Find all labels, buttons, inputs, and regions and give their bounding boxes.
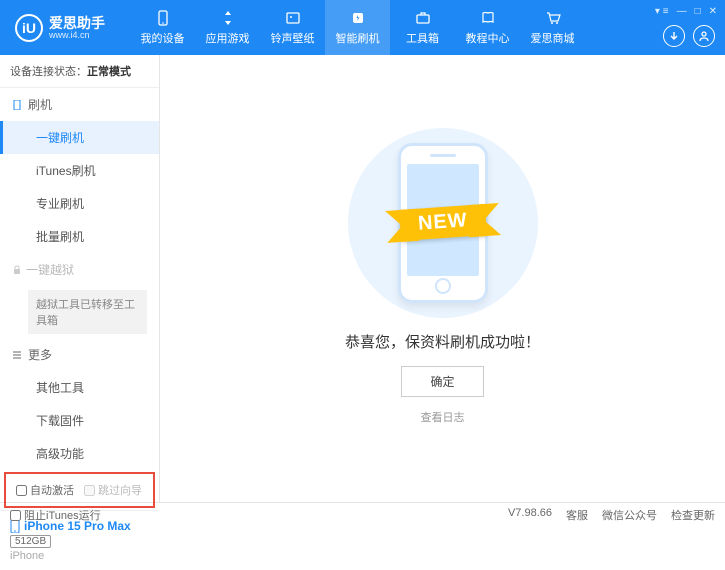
connection-status: 设备连接状态：正常模式 <box>0 55 159 88</box>
user-button[interactable] <box>693 25 715 47</box>
auto-activate-checkbox[interactable]: 自动激活 <box>16 482 74 498</box>
sidebar-item-pro-flash[interactable]: 专业刷机 <box>0 187 159 220</box>
app-url: www.i4.cn <box>49 30 105 40</box>
logo-icon: iU <box>15 14 43 42</box>
flash-icon <box>349 9 367 27</box>
nav-apps[interactable]: 应用游戏 <box>195 0 260 55</box>
sidebar-item-other-tools[interactable]: 其他工具 <box>0 371 159 404</box>
lock-icon <box>12 265 22 275</box>
section-jailbreak: 一键越狱 <box>0 253 159 286</box>
options-row: 自动激活 跳过向导 <box>4 472 155 508</box>
nav-tutorials[interactable]: 教程中心 <box>455 0 520 55</box>
sidebar-item-download-firmware[interactable]: 下载固件 <box>0 404 159 437</box>
version-label: V7.98.66 <box>508 507 552 523</box>
top-nav: 我的设备 应用游戏 铃声壁纸 智能刷机 工具箱 教程中心 爱思商城 <box>130 0 585 55</box>
flash-small-icon <box>12 100 22 110</box>
new-ribbon: NEW <box>399 204 487 241</box>
storage-badge: 512GB <box>10 535 51 548</box>
book-icon <box>479 9 497 27</box>
window-controls: ▾ ≡ — □ ✕ <box>655 6 717 17</box>
nav-ringtones[interactable]: 铃声壁纸 <box>260 0 325 55</box>
footer-support[interactable]: 客服 <box>566 507 588 523</box>
view-log-link[interactable]: 查看日志 <box>421 409 465 425</box>
footer-wechat[interactable]: 微信公众号 <box>602 507 657 523</box>
list-icon <box>12 350 22 360</box>
phone-icon <box>154 9 172 27</box>
toolbox-icon <box>414 9 432 27</box>
menu-icon[interactable]: ▾ ≡ <box>655 6 669 17</box>
section-more[interactable]: 更多 <box>0 338 159 371</box>
maximize-button[interactable]: □ <box>695 6 701 17</box>
apps-icon <box>219 9 237 27</box>
sidebar: 设备连接状态：正常模式 刷机 一键刷机 iTunes刷机 专业刷机 批量刷机 一… <box>0 55 160 502</box>
sidebar-item-onekey-flash[interactable]: 一键刷机 <box>0 121 159 154</box>
image-icon <box>284 9 302 27</box>
jailbreak-notice: 越狱工具已转移至工具箱 <box>28 290 147 334</box>
sidebar-item-advanced[interactable]: 高级功能 <box>0 437 159 470</box>
cart-icon <box>544 9 562 27</box>
block-itunes-checkbox[interactable]: 阻止iTunes运行 <box>10 507 101 523</box>
success-message: 恭喜您，保资料刷机成功啦！ <box>345 331 540 352</box>
skip-guide-checkbox[interactable]: 跳过向导 <box>84 482 142 498</box>
device-type: iPhone <box>10 550 149 562</box>
main-content: NEW 恭喜您，保资料刷机成功啦！ 确定 查看日志 <box>160 55 725 502</box>
close-button[interactable]: ✕ <box>709 6 717 17</box>
download-button[interactable] <box>663 25 685 47</box>
minimize-button[interactable]: — <box>677 6 687 17</box>
success-illustration: NEW <box>343 133 543 313</box>
section-flash[interactable]: 刷机 <box>0 88 159 121</box>
sidebar-item-itunes-flash[interactable]: iTunes刷机 <box>0 154 159 187</box>
app-header: iU 爱思助手 www.i4.cn 我的设备 应用游戏 铃声壁纸 智能刷机 工具… <box>0 0 725 55</box>
footer-update[interactable]: 检查更新 <box>671 507 715 523</box>
nav-store[interactable]: 爱思商城 <box>520 0 585 55</box>
app-title: 爱思助手 <box>49 16 105 30</box>
logo: iU 爱思助手 www.i4.cn <box>0 14 120 42</box>
nav-my-device[interactable]: 我的设备 <box>130 0 195 55</box>
nav-toolbox[interactable]: 工具箱 <box>390 0 455 55</box>
nav-flash[interactable]: 智能刷机 <box>325 0 390 55</box>
sidebar-item-batch-flash[interactable]: 批量刷机 <box>0 220 159 253</box>
confirm-button[interactable]: 确定 <box>401 366 483 397</box>
